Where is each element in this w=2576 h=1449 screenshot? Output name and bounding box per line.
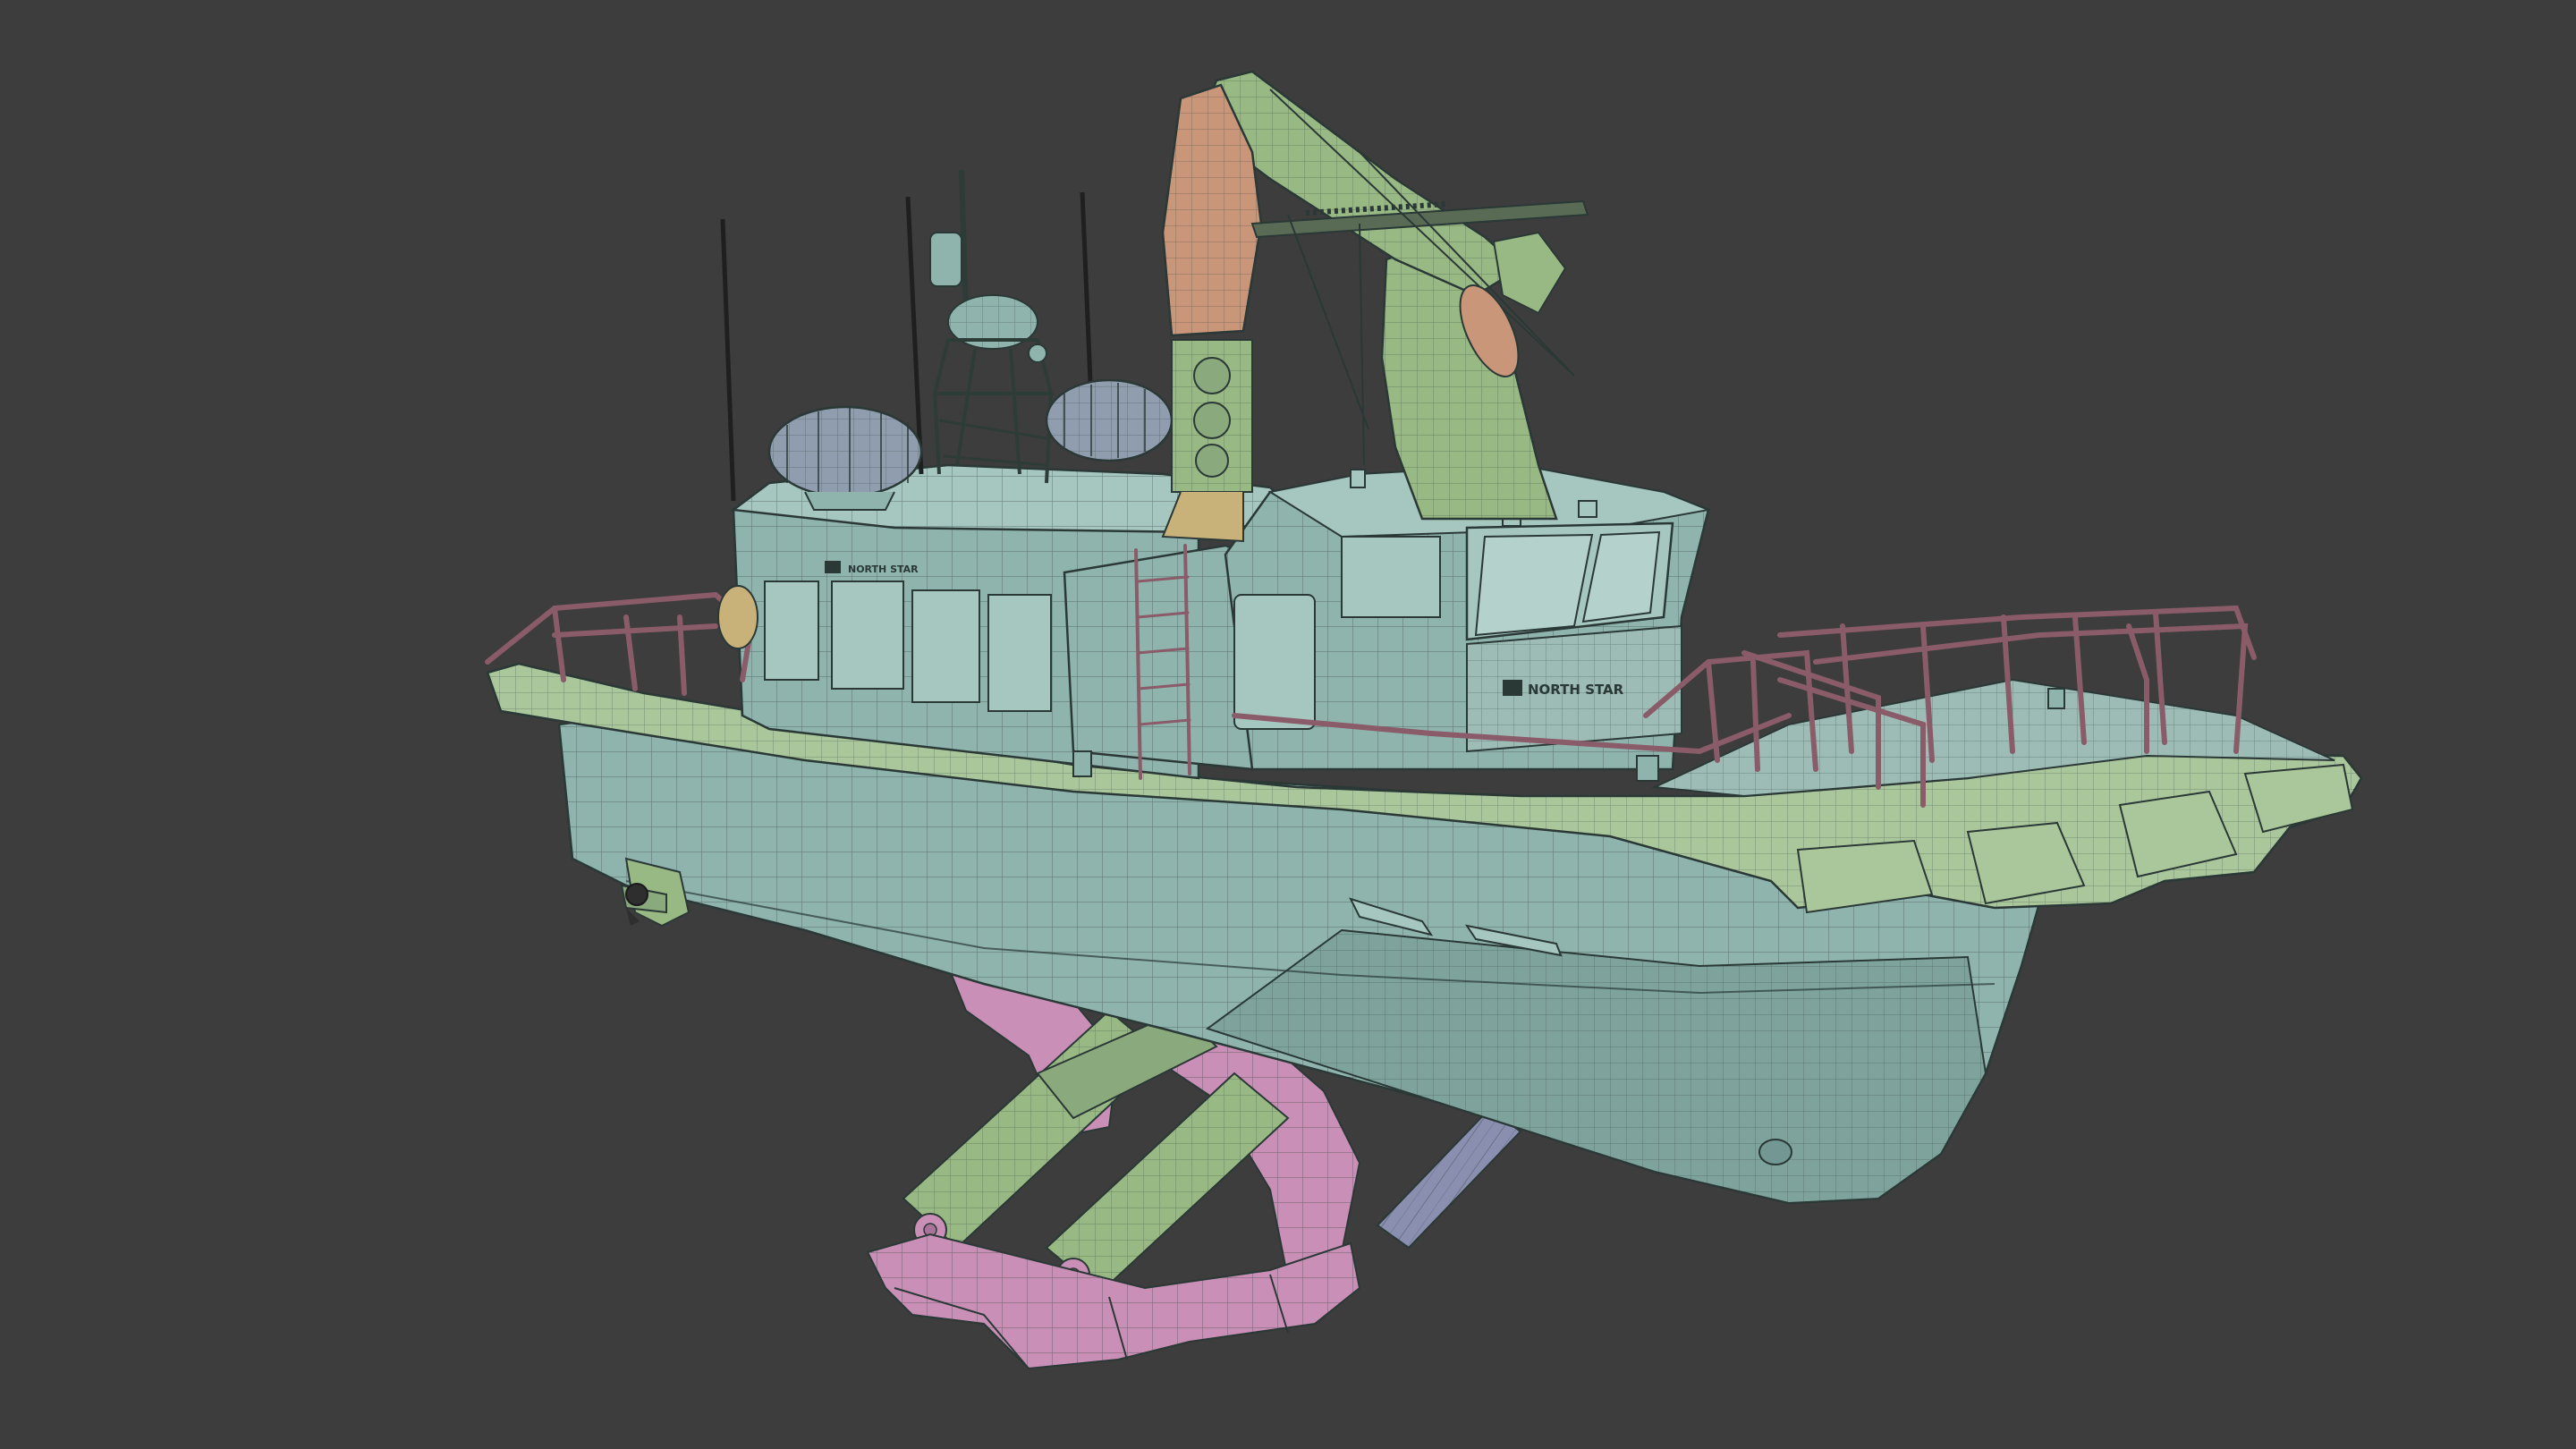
wheelhouse-door: [1233, 594, 1316, 730]
radar-mast: [929, 169, 1054, 484]
liferaft-right: [1045, 378, 1174, 462]
wheelhouse-brand-label: NORTH STAR: [1528, 682, 1624, 698]
north-star-logo-icon: [825, 561, 841, 573]
bollard-icon: [2047, 688, 2065, 709]
thruster-port-icon: [1758, 1139, 1792, 1165]
crane: [1161, 70, 1589, 543]
roof-light-icon: [1578, 500, 1597, 518]
bollard-icon: [1636, 755, 1659, 782]
crane-winch: [1492, 231, 1567, 315]
roof-light-icon: [1350, 469, 1366, 488]
wheelhouse-window: [1341, 536, 1441, 618]
crane-hook-block: [1161, 339, 1253, 543]
bow-fender-block: [2243, 763, 2354, 834]
north-star-logo-icon: [1503, 680, 1522, 696]
antenna: [720, 218, 736, 502]
3d-viewport[interactable]: NORTH STAR NORTH STAR: [0, 0, 2576, 1449]
cabin-brand-label: NORTH STAR: [848, 564, 919, 575]
vessel-render: NORTH STAR NORTH STAR: [485, 70, 2363, 1370]
propeller-icon: [625, 883, 648, 906]
ring-buoy-icon: [717, 585, 758, 649]
bollard-icon: [1072, 750, 1092, 777]
antenna: [1080, 191, 1094, 403]
